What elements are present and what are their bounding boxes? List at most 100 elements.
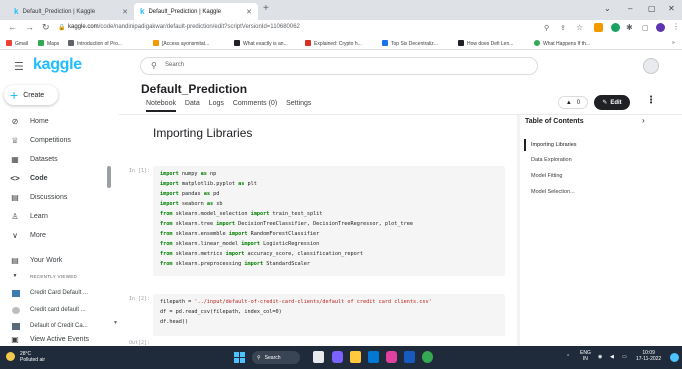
notification-icon[interactable] [670, 353, 679, 362]
bookmark-label: Top Six Decentraliz... [391, 41, 438, 47]
chrome-icon[interactable] [422, 351, 433, 363]
browser-tab[interactable]: k Default_Prediction | Kaggle ✕ [8, 3, 134, 20]
windows-start-icon[interactable] [234, 352, 245, 363]
toc-item-data-exploration[interactable]: Data Exploration [531, 157, 572, 163]
zoom-icon[interactable]: ⚲ [544, 24, 549, 32]
more-options-icon[interactable]: ⋮ [646, 95, 656, 106]
maximize-button[interactable]: ▢ [648, 4, 656, 13]
mail-icon[interactable] [368, 351, 379, 363]
taskbar-search-label: Search [264, 354, 281, 361]
bookmark-item[interactable]: What Happens If th... [534, 40, 590, 47]
recent-item-label: Credit card default ... [30, 307, 86, 313]
wifi-icon[interactable]: ◉ [598, 354, 602, 360]
sidebar-item-your-work[interactable]: ▤ Your Work [0, 253, 119, 267]
tab-search-icon[interactable]: ⌄ [604, 4, 611, 13]
chevron-right-icon[interactable]: › [642, 116, 645, 125]
recently-viewed-header[interactable]: ▼ RECENTLY VIEWED [0, 270, 119, 282]
taskbar-search[interactable]: ⚲ Search [252, 351, 300, 364]
bookmark-item[interactable]: Introduction of Pro... [68, 40, 122, 47]
content-scrollbar[interactable] [517, 115, 520, 346]
kaggle-favicon-icon: k [14, 7, 19, 16]
language-indicator[interactable]: ENG IN [580, 350, 591, 362]
extension-icon[interactable] [594, 23, 603, 32]
tab-logs[interactable]: Logs [209, 100, 224, 107]
user-avatar[interactable] [643, 58, 659, 74]
sidebar-item-more[interactable]: ∨ More [0, 228, 119, 242]
sidebar-item-code[interactable]: <> Code [0, 171, 119, 185]
upvote-arrow-icon: ▲ [565, 99, 572, 106]
share-icon[interactable]: ⇪ [560, 24, 566, 32]
new-tab-button[interactable]: + [263, 3, 269, 14]
bookmark-label: Maps [47, 41, 60, 47]
battery-icon[interactable]: ▭ [622, 354, 627, 360]
file-explorer-icon[interactable] [350, 351, 361, 363]
browser-menu-icon[interactable]: ⋮ [672, 22, 680, 31]
tab-notebook[interactable]: Notebook [146, 100, 176, 112]
pencil-icon: ✎ [602, 100, 608, 106]
url-field[interactable]: kaggle.com/code/nandinipadigakwar/defaul… [68, 24, 300, 30]
sidebar-item-datasets[interactable]: ▦ Datasets [0, 152, 119, 166]
browser-tab-active[interactable]: k Default_Prediction | Kaggle ✕ [134, 3, 258, 20]
tray-chevron-up-icon[interactable]: ⌃ [566, 354, 570, 360]
extensions-puzzle-icon[interactable]: ✱ [626, 23, 633, 32]
tab-data[interactable]: Data [185, 100, 200, 107]
close-icon[interactable]: ✕ [246, 8, 252, 16]
kaggle-logo[interactable]: kaggle [33, 56, 82, 74]
hamburger-menu-icon[interactable]: ☰ [14, 60, 24, 73]
bookmark-item[interactable]: What exactly is an... [234, 40, 288, 47]
bookmarks-overflow-icon[interactable]: » [672, 40, 675, 46]
scroll-down-arrow-icon[interactable]: ▼ [113, 320, 118, 326]
sidebar-item-discussions[interactable]: ▤ Discussions [0, 190, 119, 204]
url-domain: kaggle.com [68, 24, 99, 30]
create-label: Create [23, 91, 45, 99]
tab-settings[interactable]: Settings [286, 100, 311, 107]
recent-item[interactable]: Credit Card Default ... [0, 287, 119, 299]
create-button[interactable]: + Create [4, 85, 58, 105]
taskbar: 28°C Polluted air ⚲ Search ⌃ ENG IN ◉ ◀ … [0, 346, 682, 369]
toc-title: Table of Contents [525, 118, 584, 125]
bookmark-star-icon[interactable]: ☆ [576, 23, 583, 32]
sidebar-item-home[interactable]: ⊘ Home [0, 114, 119, 128]
edit-button[interactable]: ✎ Edit [594, 95, 630, 110]
volume-icon[interactable]: ◀ [610, 354, 614, 360]
forward-arrow-icon[interactable]: → [25, 22, 34, 32]
chat-icon[interactable] [332, 351, 343, 363]
search-input[interactable]: ⚲ Search [140, 57, 538, 75]
reload-icon[interactable]: ↻ [42, 22, 50, 33]
bookmark-item[interactable]: How does Defi Len... [458, 40, 513, 47]
toc-item-model-selection[interactable]: Model Selection... [531, 189, 575, 195]
bookmark-item[interactable]: Top Six Decentraliz... [382, 40, 438, 47]
window-close-button[interactable]: ✕ [668, 4, 675, 13]
recent-item[interactable]: Default of Credit Ca... [0, 320, 119, 332]
minimize-button[interactable]: – [628, 4, 632, 13]
sidebar-item-competitions[interactable]: ♕ Competitions [0, 133, 119, 147]
back-arrow-icon[interactable]: ← [8, 22, 17, 32]
sidebar-item-learn[interactable]: ♙ Learn [0, 209, 119, 223]
close-icon[interactable]: ✕ [122, 8, 128, 16]
recent-item[interactable]: Credit card default ... [0, 304, 119, 316]
code-cell[interactable]: filepath = '../input/default-of-credit-c… [153, 294, 505, 336]
weather-widget[interactable]: 28°C Polluted air [6, 351, 45, 363]
upvote-button[interactable]: ▲ 0 [558, 96, 588, 109]
clock[interactable]: 10:09 17-11-2022 [636, 350, 661, 362]
sidepanel-icon[interactable]: ▢ [642, 24, 649, 32]
toc-item-model-fitting[interactable]: Model Fitting [531, 173, 563, 179]
task-view-icon[interactable] [313, 351, 324, 363]
sidebar-scrollbar[interactable] [107, 166, 111, 188]
word-icon[interactable] [404, 351, 415, 363]
extension-icon[interactable] [611, 23, 620, 32]
kaggle-favicon-icon: k [140, 7, 145, 16]
bookmark-label: What exactly is an... [243, 41, 288, 47]
sidebar-item-label: Your Work [30, 256, 63, 264]
bookmark-item[interactable]: Maps [38, 40, 59, 47]
code-cell[interactable]: import numpy as np import matplotlib.pyp… [153, 166, 505, 276]
toc-item-importing-libraries[interactable]: Importing Libraries [531, 142, 577, 148]
instagram-icon[interactable] [386, 351, 397, 363]
dataset-thumbnail [12, 322, 20, 330]
bookmark-item[interactable]: Gmail [6, 40, 28, 47]
bookmark-item[interactable]: [Access ayonsmitat... [153, 40, 209, 47]
bookmark-item[interactable]: Explained: Crypto h... [305, 40, 362, 47]
profile-avatar[interactable] [656, 23, 665, 32]
view-active-events[interactable]: ▣ View Active Events [0, 332, 119, 346]
tab-comments[interactable]: Comments (0) [233, 100, 277, 107]
